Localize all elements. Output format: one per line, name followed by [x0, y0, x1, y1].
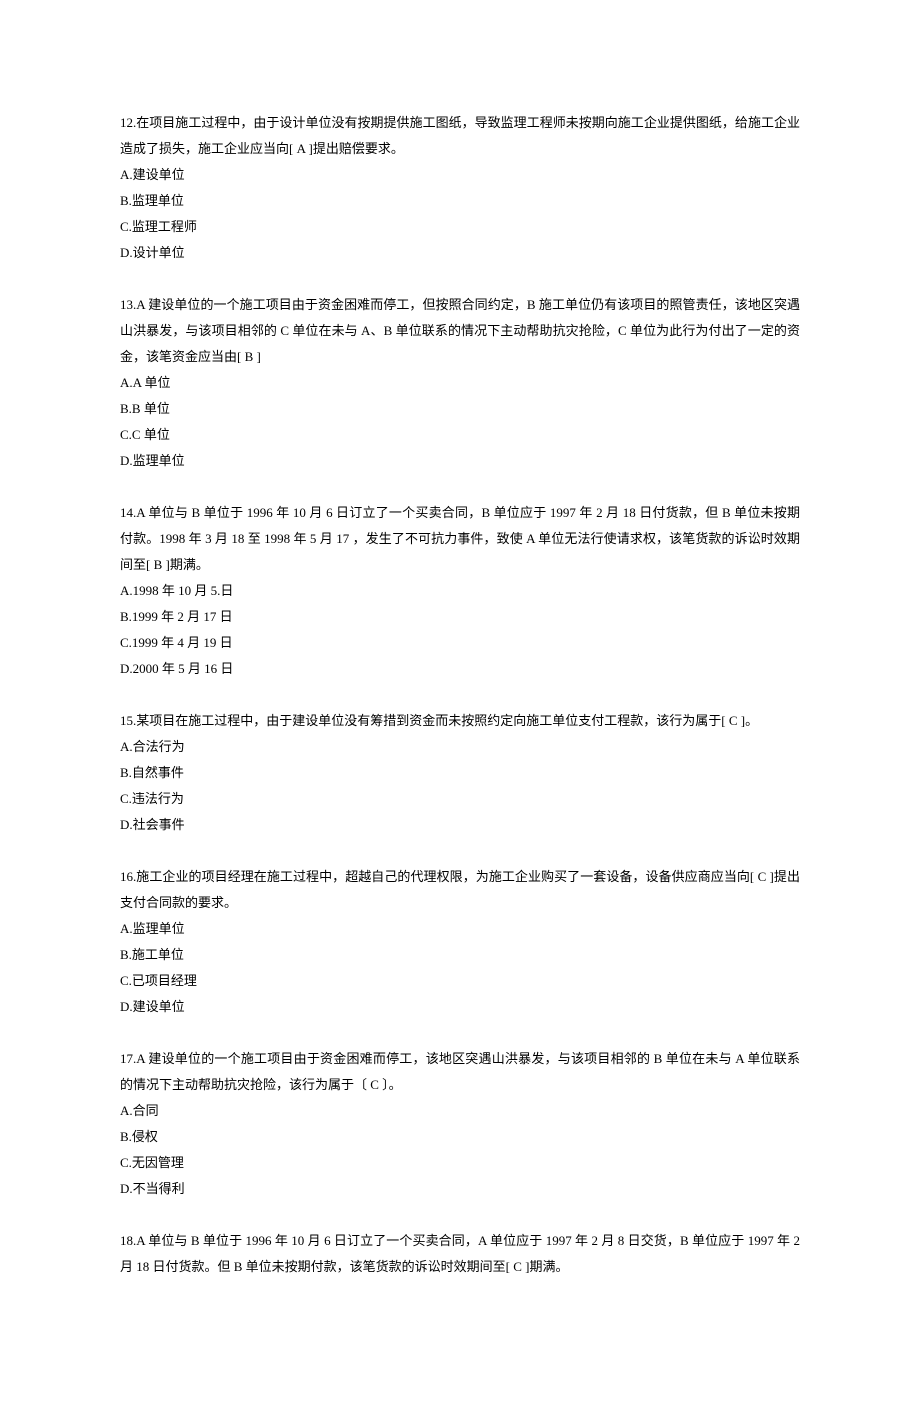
option-d: D.2000 年 5 月 16 日 — [120, 656, 800, 682]
option-b: B.自然事件 — [120, 760, 800, 786]
option-c: C.C 单位 — [120, 422, 800, 448]
question-text: 15.某项目在施工过程中，由于建设单位没有筹措到资金而未按照约定向施工单位支付工… — [120, 708, 800, 734]
option-d: D.设计单位 — [120, 240, 800, 266]
question-15: 15.某项目在施工过程中，由于建设单位没有筹措到资金而未按照约定向施工单位支付工… — [120, 708, 800, 838]
option-d: D.监理单位 — [120, 448, 800, 474]
option-a: A.合同 — [120, 1098, 800, 1124]
option-c: C.已项目经理 — [120, 968, 800, 994]
option-d: D.社会事件 — [120, 812, 800, 838]
option-b: B.监理单位 — [120, 188, 800, 214]
option-b: B.施工单位 — [120, 942, 800, 968]
question-text: 13.A 建设单位的一个施工项目由于资金困难而停工，但按照合同约定，B 施工单位… — [120, 292, 800, 370]
option-c: C.监理工程师 — [120, 214, 800, 240]
option-d: D.建设单位 — [120, 994, 800, 1020]
question-text: 12.在项目施工过程中，由于设计单位没有按期提供施工图纸，导致监理工程师未按期向… — [120, 110, 800, 162]
option-a: A.监理单位 — [120, 916, 800, 942]
option-d: D.不当得利 — [120, 1176, 800, 1202]
option-a: A.合法行为 — [120, 734, 800, 760]
question-17: 17.A 建设单位的一个施工项目由于资金困难而停工，该地区突遇山洪暴发，与该项目… — [120, 1046, 800, 1202]
question-13: 13.A 建设单位的一个施工项目由于资金困难而停工，但按照合同约定，B 施工单位… — [120, 292, 800, 474]
option-a: A.1998 年 10 月 5.日 — [120, 578, 800, 604]
option-a: A.A 单位 — [120, 370, 800, 396]
option-c: C.1999 年 4 月 19 日 — [120, 630, 800, 656]
question-text: 18.A 单位与 B 单位于 1996 年 10 月 6 日订立了一个买卖合同，… — [120, 1228, 800, 1280]
option-b: B.侵权 — [120, 1124, 800, 1150]
question-14: 14.A 单位与 B 单位于 1996 年 10 月 6 日订立了一个买卖合同，… — [120, 500, 800, 682]
option-b: B.B 单位 — [120, 396, 800, 422]
question-text: 17.A 建设单位的一个施工项目由于资金困难而停工，该地区突遇山洪暴发，与该项目… — [120, 1046, 800, 1098]
option-a: A.建设单位 — [120, 162, 800, 188]
question-12: 12.在项目施工过程中，由于设计单位没有按期提供施工图纸，导致监理工程师未按期向… — [120, 110, 800, 266]
question-text: 16.施工企业的项目经理在施工过程中，超越自己的代理权限，为施工企业购买了一套设… — [120, 864, 800, 916]
option-b: B.1999 年 2 月 17 日 — [120, 604, 800, 630]
question-18: 18.A 单位与 B 单位于 1996 年 10 月 6 日订立了一个买卖合同，… — [120, 1228, 800, 1280]
question-16: 16.施工企业的项目经理在施工过程中，超越自己的代理权限，为施工企业购买了一套设… — [120, 864, 800, 1020]
question-text: 14.A 单位与 B 单位于 1996 年 10 月 6 日订立了一个买卖合同，… — [120, 500, 800, 578]
option-c: C.违法行为 — [120, 786, 800, 812]
option-c: C.无因管理 — [120, 1150, 800, 1176]
